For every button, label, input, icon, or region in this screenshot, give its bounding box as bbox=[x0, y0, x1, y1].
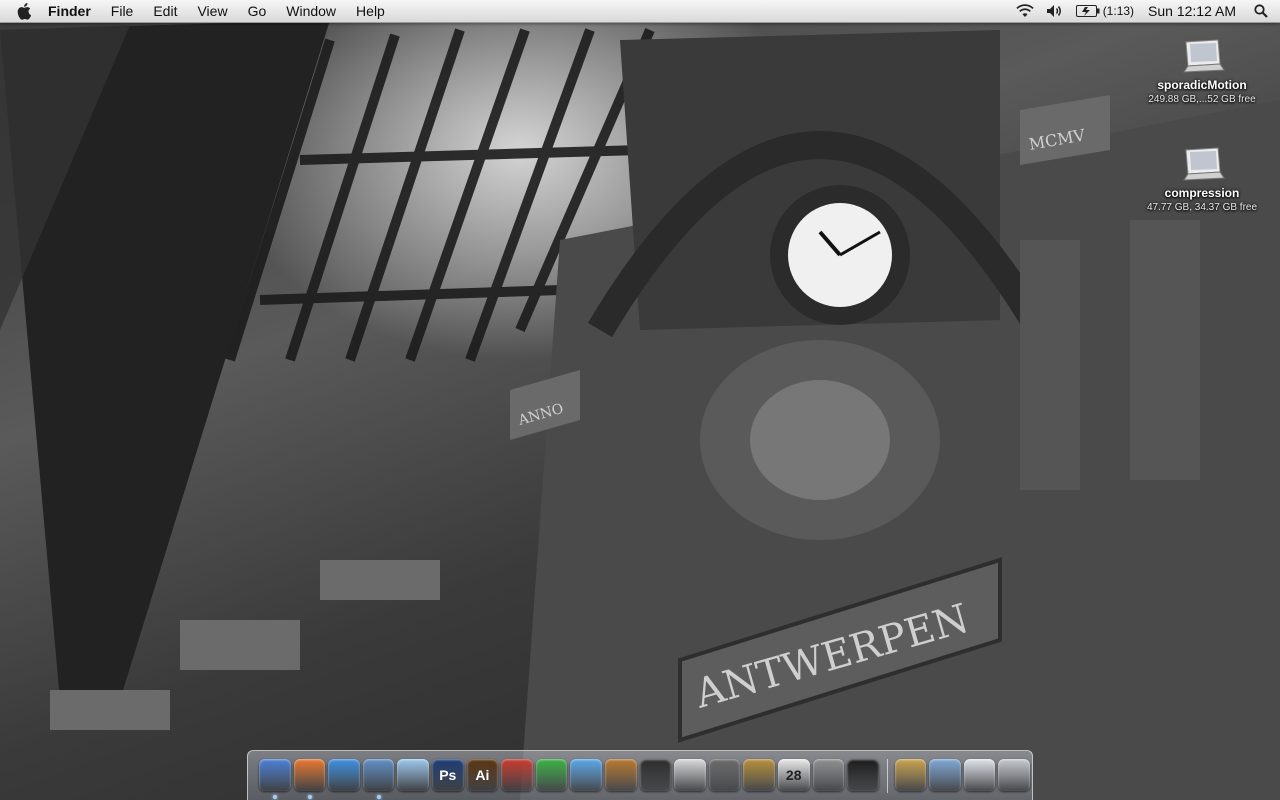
battery-status[interactable]: (1:13) bbox=[1070, 0, 1140, 22]
iphoto-icon[interactable] bbox=[708, 759, 741, 791]
ichat-icon[interactable] bbox=[397, 759, 429, 791]
battery-time: (1:13) bbox=[1102, 4, 1135, 18]
running-indicator bbox=[273, 795, 277, 799]
menu-file[interactable]: File bbox=[101, 0, 144, 22]
finder-icon[interactable] bbox=[259, 759, 291, 799]
apple-icon[interactable] bbox=[16, 2, 34, 20]
folder-icon[interactable] bbox=[929, 759, 961, 791]
address-book-icon[interactable] bbox=[743, 759, 775, 791]
wifi-icon[interactable] bbox=[1010, 0, 1040, 22]
ical-icon[interactable]: 28 bbox=[777, 759, 810, 791]
safari-icon[interactable] bbox=[328, 759, 360, 791]
spotlight-search-icon[interactable] bbox=[1248, 4, 1280, 18]
firefox-icon[interactable] bbox=[293, 759, 326, 799]
menu-window[interactable]: Window bbox=[276, 0, 346, 22]
contacts-stack-icon[interactable] bbox=[894, 759, 927, 791]
menu-help[interactable]: Help bbox=[346, 0, 395, 22]
running-indicator bbox=[376, 795, 381, 799]
desktop-wallpaper: ANTWERPEN ANNO MCMV bbox=[0, 0, 1280, 800]
menu-view[interactable]: View bbox=[187, 0, 237, 22]
trash-icon[interactable] bbox=[998, 759, 1031, 791]
menu-bar: Finder File Edit View Go Window Help (1:… bbox=[0, 0, 1280, 23]
desktop-drive-sporadicmotion[interactable]: sporadicMotion 249.88 GB,...52 GB free bbox=[1127, 36, 1277, 106]
dock-separator[interactable] bbox=[886, 759, 888, 793]
drive-info: 47.77 GB, 34.37 GB free bbox=[1146, 202, 1258, 213]
photoshop-icon[interactable]: Ps bbox=[431, 759, 464, 791]
desktop-drive-compression[interactable]: compression 47.77 GB, 34.37 GB free bbox=[1127, 144, 1277, 214]
drive-name: sporadicMotion bbox=[1157, 78, 1247, 92]
zoom-icon[interactable] bbox=[501, 759, 533, 791]
mail-icon[interactable] bbox=[362, 759, 395, 799]
dock-item-label: Ps bbox=[439, 767, 457, 783]
menu-edit[interactable]: Edit bbox=[143, 0, 187, 22]
adium-duck-icon[interactable] bbox=[674, 759, 706, 791]
system-preferences-icon[interactable] bbox=[812, 759, 845, 791]
menu-app-finder[interactable]: Finder bbox=[44, 0, 101, 22]
leaf-icon[interactable] bbox=[535, 759, 568, 791]
apple-logo-glyph bbox=[17, 3, 32, 20]
itunes-icon[interactable] bbox=[570, 759, 602, 791]
dock-item-label: Ai bbox=[475, 767, 490, 783]
external-drive-icon bbox=[1178, 36, 1226, 76]
illustrator-icon[interactable]: Ai bbox=[466, 759, 499, 791]
dock: Ps Ai 28 bbox=[247, 750, 1033, 800]
volume-icon[interactable] bbox=[1040, 0, 1070, 22]
battery-icon bbox=[1075, 5, 1100, 17]
drive-info: 249.88 GB,...52 GB free bbox=[1148, 94, 1256, 105]
imovie-star-icon[interactable] bbox=[639, 759, 672, 791]
antwerp-station-illustration: ANTWERPEN ANNO MCMV bbox=[0, 20, 1280, 800]
garageband-icon[interactable] bbox=[604, 759, 637, 791]
menu-extras: (1:13) Sun 12:12 AM bbox=[1010, 0, 1280, 22]
menu-go[interactable]: Go bbox=[238, 0, 277, 22]
terminal-icon[interactable] bbox=[847, 759, 879, 791]
menu-clock[interactable]: Sun 12:12 AM bbox=[1140, 3, 1248, 19]
drive-name: compression bbox=[1164, 186, 1240, 200]
running-indicator bbox=[307, 795, 312, 799]
documents-icon[interactable] bbox=[963, 759, 996, 791]
external-drive-icon bbox=[1178, 144, 1226, 184]
dock-item-label: 28 bbox=[785, 767, 802, 783]
